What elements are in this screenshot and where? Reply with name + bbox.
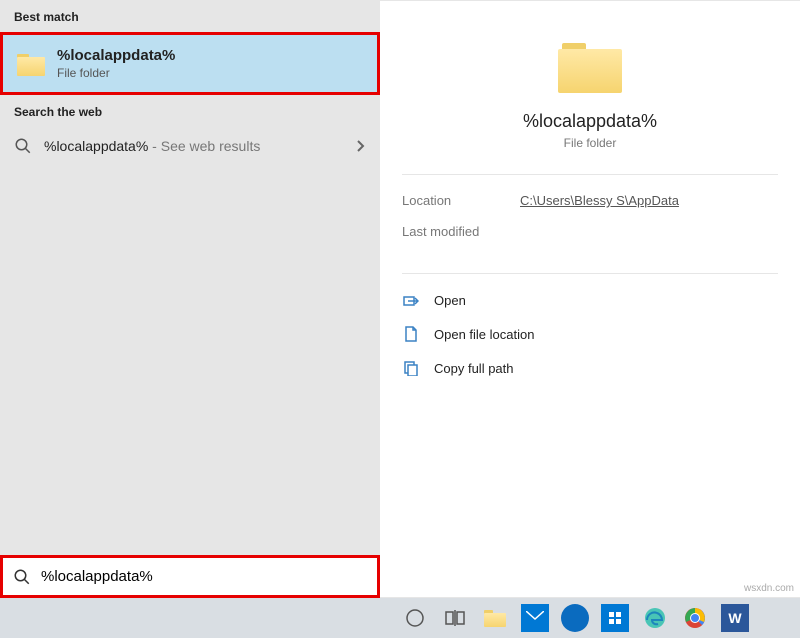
action-open-location-label: Open file location bbox=[434, 327, 534, 342]
folder-icon bbox=[558, 39, 622, 93]
task-view-icon[interactable] bbox=[440, 603, 470, 633]
location-link[interactable]: C:\Users\Blessy S\AppData bbox=[520, 193, 679, 208]
action-open-location[interactable]: Open file location bbox=[402, 317, 778, 351]
word-icon[interactable]: W bbox=[720, 603, 750, 633]
action-open-label: Open bbox=[434, 293, 466, 308]
taskbar: W bbox=[0, 598, 800, 638]
search-bar[interactable] bbox=[0, 555, 380, 598]
search-results-pane: Best match %localappdata% File folder Se… bbox=[0, 0, 380, 598]
search-web-header: Search the web bbox=[0, 95, 380, 127]
action-copy-path[interactable]: Copy full path bbox=[402, 351, 778, 385]
cortana-icon[interactable] bbox=[400, 603, 430, 633]
location-label: Location bbox=[402, 193, 492, 208]
best-match-header: Best match bbox=[0, 0, 380, 32]
copy-icon bbox=[402, 360, 420, 376]
search-icon bbox=[14, 137, 32, 155]
open-icon bbox=[402, 294, 420, 308]
preview-title: %localappdata% bbox=[400, 111, 780, 132]
watermark: wsxdn.com bbox=[744, 583, 794, 594]
store-icon[interactable] bbox=[600, 603, 630, 633]
best-match-result[interactable]: %localappdata% File folder bbox=[0, 32, 380, 95]
app-tile-icon[interactable] bbox=[560, 603, 590, 633]
file-explorer-icon[interactable] bbox=[480, 603, 510, 633]
search-icon bbox=[13, 568, 31, 586]
folder-icon bbox=[17, 52, 45, 76]
mail-icon[interactable] bbox=[520, 603, 550, 633]
preview-subtitle: File folder bbox=[400, 136, 780, 150]
file-location-icon bbox=[402, 326, 420, 342]
best-match-title: %localappdata% bbox=[57, 47, 175, 64]
chrome-icon[interactable] bbox=[680, 603, 710, 633]
last-modified-label: Last modified bbox=[402, 224, 492, 239]
web-result-suffix: - See web results bbox=[148, 138, 260, 154]
web-result-item[interactable]: %localappdata% - See web results bbox=[0, 127, 380, 165]
edge-icon[interactable] bbox=[640, 603, 670, 633]
chevron-right-icon bbox=[356, 139, 366, 153]
best-match-subtitle: File folder bbox=[57, 66, 175, 80]
action-copy-path-label: Copy full path bbox=[434, 361, 514, 376]
web-result-title: %localappdata% bbox=[44, 138, 148, 154]
preview-pane: %localappdata% File folder Location C:\U… bbox=[380, 1, 800, 597]
action-open[interactable]: Open bbox=[402, 284, 778, 317]
search-input[interactable] bbox=[41, 568, 367, 585]
